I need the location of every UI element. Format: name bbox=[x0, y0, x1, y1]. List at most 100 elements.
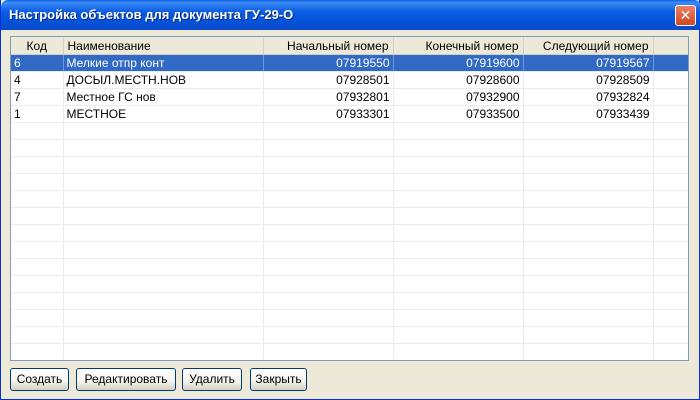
empty-cell bbox=[653, 224, 688, 242]
empty-cell bbox=[523, 343, 654, 360]
empty-cell bbox=[393, 326, 524, 344]
empty-cell bbox=[653, 258, 688, 276]
empty-cell bbox=[11, 258, 64, 276]
empty-cell bbox=[263, 258, 394, 276]
empty-cell bbox=[11, 309, 64, 327]
cell-start: 07932801 bbox=[263, 88, 394, 106]
cell-code: 7 bbox=[11, 88, 64, 106]
empty-cell bbox=[523, 207, 654, 225]
empty-cell bbox=[63, 207, 264, 225]
empty-cell bbox=[523, 326, 654, 344]
empty-cell bbox=[653, 207, 688, 225]
empty-cell bbox=[523, 139, 654, 157]
column-header-name[interactable]: Наименование bbox=[63, 37, 264, 55]
empty-cell bbox=[11, 122, 64, 140]
empty-row bbox=[11, 173, 688, 191]
empty-cell bbox=[393, 241, 524, 259]
empty-cell bbox=[63, 156, 264, 174]
empty-cell bbox=[263, 309, 394, 327]
empty-cell bbox=[11, 275, 64, 293]
empty-cell bbox=[393, 207, 524, 225]
column-header-end[interactable]: Конечный номер bbox=[393, 37, 524, 55]
empty-cell bbox=[11, 207, 64, 225]
empty-cell bbox=[63, 139, 264, 157]
empty-cell bbox=[653, 292, 688, 310]
empty-row bbox=[11, 122, 688, 140]
table-row[interactable]: 7 Местное ГС нов 07932801 07932900 07932824 bbox=[11, 88, 688, 106]
cell-start: 07928501 bbox=[263, 71, 394, 89]
empty-cell bbox=[263, 173, 394, 191]
empty-cell bbox=[11, 156, 64, 174]
empty-cell bbox=[523, 173, 654, 191]
empty-cell bbox=[523, 156, 654, 174]
empty-row bbox=[11, 309, 688, 327]
column-header-next[interactable]: Следующий номер bbox=[523, 37, 654, 55]
empty-cell bbox=[263, 275, 394, 293]
empty-cell bbox=[263, 292, 394, 310]
window-title: Настройка объектов для документа ГУ-29-О bbox=[9, 7, 294, 22]
empty-cell bbox=[653, 326, 688, 344]
cell-name: МЕСТНОЕ bbox=[63, 105, 264, 123]
empty-cell bbox=[523, 241, 654, 259]
empty-row bbox=[11, 326, 688, 344]
empty-cell bbox=[11, 224, 64, 242]
empty-cell bbox=[63, 224, 264, 242]
edit-button[interactable]: Редактировать bbox=[76, 368, 176, 391]
empty-cell bbox=[653, 122, 688, 140]
empty-cell bbox=[63, 309, 264, 327]
cell-code: 1 bbox=[11, 105, 64, 123]
title-bar: Настройка объектов для документа ГУ-29-О… bbox=[1, 0, 700, 30]
close-button[interactable]: Закрыть bbox=[250, 368, 307, 391]
client-area: Код Наименование Начальный номер Конечны… bbox=[4, 30, 696, 396]
column-header-code[interactable]: Код bbox=[11, 37, 64, 55]
cell-next: 07932824 bbox=[523, 88, 654, 106]
empty-cell bbox=[263, 343, 394, 360]
empty-cell bbox=[393, 156, 524, 174]
empty-cell bbox=[653, 139, 688, 157]
empty-cell bbox=[523, 190, 654, 208]
cell-end: 07919600 bbox=[393, 54, 524, 72]
empty-cell bbox=[11, 292, 64, 310]
empty-cell bbox=[63, 343, 264, 360]
cell-code: 4 bbox=[11, 71, 64, 89]
empty-cell bbox=[393, 309, 524, 327]
cell-next: 07928509 bbox=[523, 71, 654, 89]
empty-cell bbox=[653, 156, 688, 174]
empty-cell bbox=[653, 241, 688, 259]
create-button[interactable]: Создать bbox=[10, 368, 69, 391]
cell-start: 07933301 bbox=[263, 105, 394, 123]
empty-cell bbox=[653, 275, 688, 293]
empty-row bbox=[11, 139, 688, 157]
empty-cell bbox=[393, 224, 524, 242]
empty-cell bbox=[393, 258, 524, 276]
column-header-start[interactable]: Начальный номер bbox=[263, 37, 394, 55]
table-row[interactable]: 6 Мелкие отпр конт 07919550 07919600 0791956… bbox=[11, 54, 688, 72]
cell-filler bbox=[653, 105, 688, 123]
empty-cell bbox=[11, 173, 64, 191]
empty-cell bbox=[653, 173, 688, 191]
empty-cell bbox=[263, 122, 394, 140]
empty-cell bbox=[11, 190, 64, 208]
empty-row bbox=[11, 190, 688, 208]
delete-button[interactable]: Удалить bbox=[182, 368, 242, 391]
cell-filler bbox=[653, 71, 688, 89]
objects-grid[interactable]: Код Наименование Начальный номер Конечны… bbox=[10, 36, 689, 361]
cell-name: Мелкие отпр конт bbox=[63, 54, 264, 72]
objects-table: Код Наименование Начальный номер Конечны… bbox=[11, 37, 688, 360]
empty-row bbox=[11, 343, 688, 360]
table-row[interactable]: 1 МЕСТНОЕ 07933301 07933500 07933439 bbox=[11, 105, 688, 123]
cell-end: 07932900 bbox=[393, 88, 524, 106]
empty-cell bbox=[523, 275, 654, 293]
grid-header-row: Код Наименование Начальный номер Конечны… bbox=[11, 37, 688, 55]
empty-row bbox=[11, 275, 688, 293]
empty-cell bbox=[63, 258, 264, 276]
cell-code: 6 bbox=[11, 54, 64, 72]
empty-cell bbox=[63, 326, 264, 344]
empty-cell bbox=[263, 241, 394, 259]
empty-cell bbox=[393, 190, 524, 208]
close-window-button[interactable]: ✕ bbox=[675, 5, 696, 26]
table-row[interactable]: 4 ДОСЫЛ.МЕСТН.НОВ 07928501 07928600 07928509 bbox=[11, 71, 688, 89]
cell-next: 07919567 bbox=[523, 54, 654, 72]
empty-cell bbox=[11, 343, 64, 360]
empty-cell bbox=[263, 156, 394, 174]
